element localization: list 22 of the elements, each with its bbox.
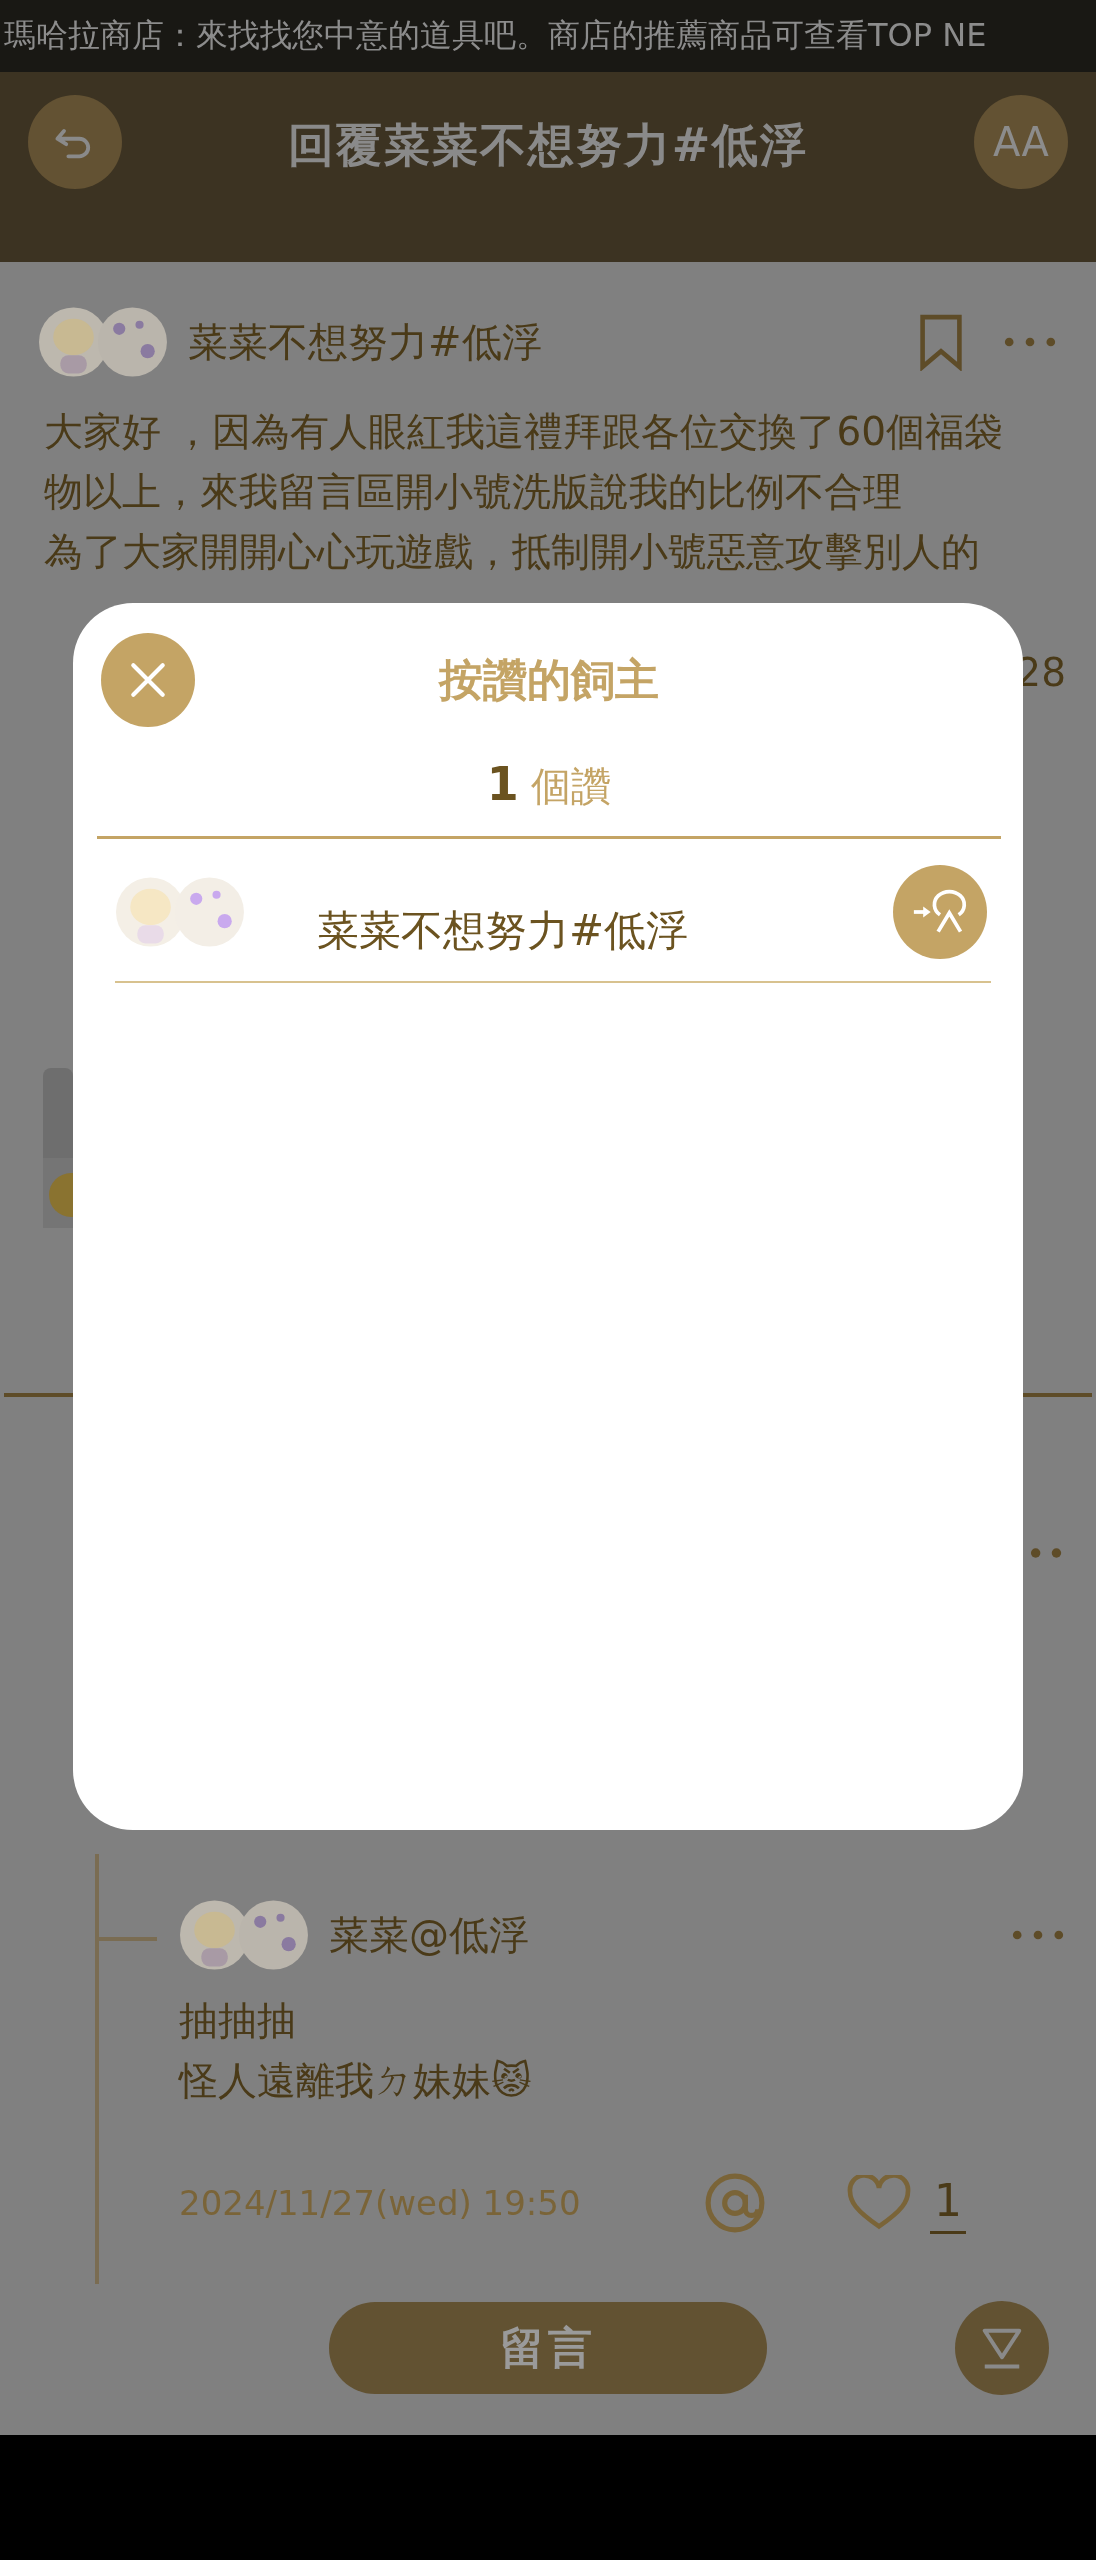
heart-icon[interactable] bbox=[846, 2174, 912, 2231]
author-name: 菜菜@低浮 bbox=[329, 1910, 530, 1960]
author-name: 菜菜不想努力#低浮 bbox=[188, 317, 543, 367]
like-count: 1 個讚 bbox=[485, 757, 613, 813]
dialog-title: 按讚的飼主 bbox=[439, 652, 659, 707]
news-ticker: 瑪哈拉商店：來找找您中意的道具吧。商店的推薦商品可查看TOP NE bbox=[4, 15, 987, 56]
more-icon[interactable] bbox=[1030, 1547, 1064, 1559]
more-icon[interactable] bbox=[1012, 1929, 1064, 1941]
reply-text: 抽抽抽 bbox=[179, 1997, 297, 2045]
comment-button[interactable]: 留言 bbox=[329, 2302, 767, 2394]
post-text: 為了大家開開心心玩遊戲，抵制開小號惡意攻擊別人的 bbox=[44, 528, 980, 576]
more-icon[interactable] bbox=[1004, 336, 1056, 348]
like-count[interactable]: 1 bbox=[930, 2171, 966, 2234]
font-size-button[interactable]: AA bbox=[974, 95, 1068, 189]
reply-date: 2024/11/27(wed) 19:50 bbox=[179, 2182, 582, 2223]
reply-text: 怪人遠離我ㄉ妹妹😾 bbox=[179, 2057, 533, 2105]
user-name[interactable]: 菜菜不想努力#低浮 bbox=[317, 903, 893, 959]
page-title: 回覆菜菜不想努力#低浮 bbox=[287, 117, 809, 174]
post-text: 大家好 ，因為有人眼紅我這禮拜跟各位交換了60個福袋 bbox=[44, 408, 1004, 456]
bookmark-icon[interactable] bbox=[918, 313, 964, 371]
mention-icon[interactable] bbox=[704, 2171, 766, 2234]
post-text: 物以上，來我留言區開小號洗版說我的比例不合理 bbox=[44, 468, 902, 516]
